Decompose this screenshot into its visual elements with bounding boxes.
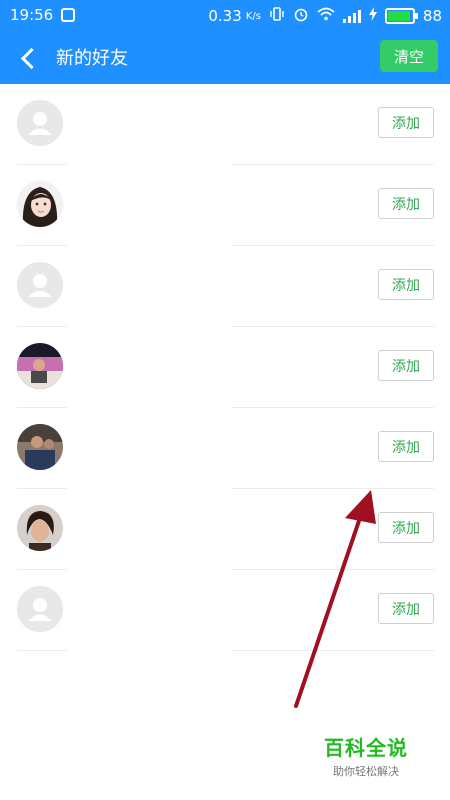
add-friend-button[interactable]: 添加	[378, 269, 434, 300]
watermark-logo: 百科全说 助你轻松解决	[324, 732, 408, 779]
add-friend-button[interactable]: 添加	[378, 350, 434, 381]
photo-avatar[interactable]	[17, 181, 63, 227]
add-friend-button[interactable]: 添加	[378, 431, 434, 462]
add-friend-button[interactable]: 添加	[378, 593, 434, 624]
photo-avatar[interactable]	[17, 505, 63, 551]
new-friends-list: 添加 添加 添加 添加 添加 添加 添加	[0, 84, 450, 651]
photo-avatar[interactable]	[17, 424, 63, 470]
charging-icon	[368, 7, 377, 25]
vibrate-icon	[269, 7, 285, 25]
battery-icon	[384, 8, 418, 24]
notification-icon	[61, 8, 76, 22]
default-avatar-icon[interactable]	[17, 262, 63, 308]
friend-row[interactable]: 添加	[0, 246, 450, 327]
status-bar: 19:56 0.33 K/s 88	[0, 0, 450, 32]
page-title: 新的好友	[56, 48, 128, 69]
friend-row[interactable]: 添加	[0, 570, 450, 651]
alarm-icon	[293, 6, 309, 26]
friend-row[interactable]: 添加	[0, 489, 450, 570]
friend-row[interactable]: 添加	[0, 165, 450, 246]
friend-row[interactable]: 添加	[0, 408, 450, 489]
clear-button[interactable]: 清空	[380, 40, 438, 72]
watermark-subtitle: 助你轻松解决	[333, 765, 399, 778]
add-friend-button[interactable]: 添加	[378, 512, 434, 543]
status-right: 0.33 K/s 88	[208, 6, 442, 26]
add-friend-button[interactable]: 添加	[378, 188, 434, 219]
wifi-icon	[317, 7, 335, 25]
watermark-title: 百科全说	[324, 736, 408, 760]
network-speed-unit: K/s	[245, 10, 261, 22]
network-speed: 0.33	[208, 7, 242, 25]
battery-fill	[387, 11, 410, 21]
title-bar: 新的好友 清空	[0, 32, 450, 84]
status-left: 19:56	[10, 6, 76, 24]
photo-avatar[interactable]	[17, 343, 63, 389]
friend-row[interactable]: 添加	[0, 327, 450, 408]
add-friend-button[interactable]: 添加	[378, 107, 434, 138]
friend-row[interactable]: 添加	[0, 84, 450, 165]
battery-level: 88	[422, 7, 442, 25]
back-arrow-icon[interactable]	[14, 44, 42, 72]
divider	[17, 650, 67, 651]
signal-icon	[342, 9, 361, 23]
default-avatar-icon[interactable]	[17, 100, 63, 146]
default-avatar-icon[interactable]	[17, 586, 63, 632]
divider	[232, 650, 434, 651]
clock: 19:56	[10, 6, 54, 24]
